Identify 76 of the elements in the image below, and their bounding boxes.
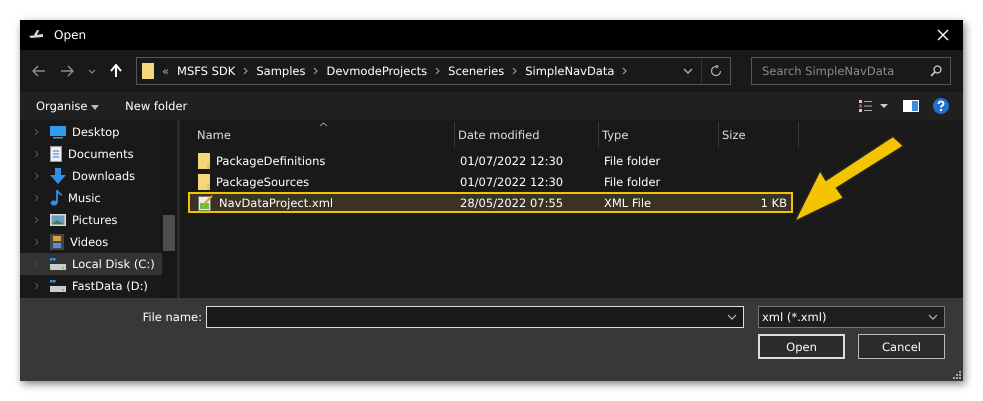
view-options-icon[interactable]: [859, 100, 889, 112]
file-type: XML File: [603, 196, 652, 210]
resize-grip-icon[interactable]: [953, 371, 961, 379]
open-button[interactable]: Open: [758, 334, 845, 359]
sort-caret-icon: [319, 122, 328, 127]
preview-pane-icon[interactable]: [903, 100, 919, 112]
breadcrumb[interactable]: Samples: [256, 64, 306, 78]
monitor-icon: [50, 125, 66, 139]
overflow-chevron[interactable]: «: [162, 64, 170, 78]
refresh-icon[interactable]: [710, 65, 722, 77]
chevron-down-icon: [928, 314, 938, 320]
sidebar-item[interactable]: Downloads: [20, 165, 162, 187]
up-arrow-icon[interactable]: [110, 64, 122, 78]
help-icon[interactable]: [933, 98, 949, 114]
music-note-icon: [50, 190, 62, 206]
file-name: PackageDefinitions: [216, 154, 326, 168]
folder-icon: [198, 152, 210, 168]
file-name: NavDataProject.xml: [219, 196, 334, 210]
address-bar[interactable]: « MSFS SDK Samples DevmodeProjects Sceneries SimpleNavData: [136, 57, 731, 85]
column-header[interactable]: Date modified: [455, 122, 599, 148]
search-field[interactable]: Search SimpleNavData: [751, 57, 951, 85]
breadcrumb[interactable]: Sceneries: [448, 64, 504, 78]
down-arrow-icon: [50, 168, 66, 184]
chevron-right-icon[interactable]: [313, 67, 318, 75]
breadcrumb[interactable]: SimpleNavData: [525, 64, 614, 78]
column-header[interactable]: Size: [719, 122, 799, 148]
organise-menu-button[interactable]: Organise: [30, 97, 106, 115]
file-type: File folder: [603, 154, 662, 168]
date-modified: 28/05/2022 07:55: [459, 196, 564, 210]
file-name-label: File name:: [142, 310, 202, 324]
file-size: 1 KB: [760, 196, 787, 210]
airplane-icon: [28, 29, 44, 41]
drive-icon: [50, 280, 66, 292]
sidebar-item[interactable]: Documents: [20, 143, 162, 165]
folder-icon: [142, 63, 154, 79]
forward-arrow-icon[interactable]: [60, 65, 74, 77]
column-header[interactable]: Type: [599, 122, 719, 148]
sidebar-item[interactable]: FastData (D:): [20, 275, 162, 297]
new-folder-button[interactable]: New folder: [119, 97, 194, 115]
window-title: Open: [54, 28, 86, 42]
picture-icon: [50, 214, 66, 226]
search-input[interactable]: Search SimpleNavData: [760, 63, 930, 79]
sidebar-item[interactable]: Videos: [20, 231, 162, 253]
file-name: PackageSources: [216, 174, 310, 188]
chevron-right-icon[interactable]: [622, 67, 628, 75]
sidebar-item[interactable]: Local Disk (C:): [20, 253, 162, 275]
chevron-down-icon[interactable]: [727, 314, 737, 320]
caret-down-icon: [91, 105, 100, 110]
notepad-icon: [198, 194, 213, 210]
date-modified: 01/07/2022 12:30: [459, 154, 564, 168]
chevron-down-icon[interactable]: [88, 68, 96, 74]
file-name-field[interactable]: [206, 306, 744, 328]
breadcrumb[interactable]: DevmodeProjects: [326, 64, 428, 78]
column-header[interactable]: Name: [194, 122, 455, 148]
file-row[interactable]: NavDataProject.xml 28/05/2022 07:55 XML File 1 KB: [188, 192, 793, 213]
sidebar-item[interactable]: Desktop: [20, 121, 162, 143]
file-type: File folder: [603, 174, 662, 188]
breadcrumb[interactable]: MSFS SDK: [177, 64, 236, 78]
file-row[interactable]: PackageSources 01/07/2022 12:30 File folder: [188, 171, 793, 192]
chevron-right-icon[interactable]: [243, 67, 248, 75]
film-icon: [50, 234, 64, 250]
chevron-down-icon[interactable]: [683, 68, 693, 74]
date-modified: 01/07/2022 12:30: [459, 174, 564, 188]
chevron-right-icon[interactable]: [512, 67, 518, 75]
folder-icon: [198, 174, 210, 190]
chevron-right-icon[interactable]: [435, 67, 440, 75]
sidebar-item[interactable]: Pictures: [20, 209, 162, 231]
back-arrow-icon[interactable]: [32, 65, 46, 77]
file-row[interactable]: PackageDefinitions 01/07/2022 12:30 File folder: [188, 150, 793, 171]
close-icon[interactable]: [937, 29, 949, 41]
sidebar-item[interactable]: Music: [20, 187, 162, 209]
document-icon: [50, 146, 62, 162]
cancel-button[interactable]: Cancel: [858, 334, 945, 359]
file-type-dropdown[interactable]: xml (*.xml): [758, 306, 945, 328]
drive-icon: [50, 258, 66, 270]
search-icon: [930, 65, 942, 77]
